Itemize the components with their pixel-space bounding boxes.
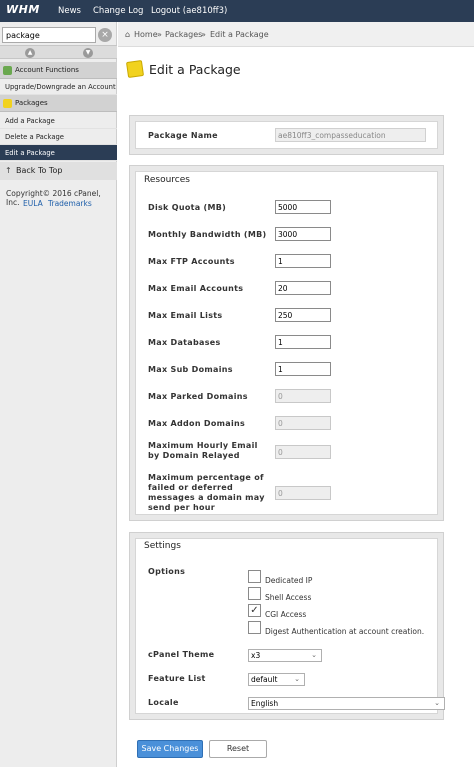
breadcrumb-separator: » — [157, 30, 162, 39]
checkmark-icon: ✓ — [250, 605, 259, 616]
monthly-bandwidth-input[interactable] — [275, 227, 331, 241]
resources-panel: Resources Disk Quota (MB) Monthly Bandwi… — [135, 171, 438, 515]
max-databases-input[interactable] — [275, 335, 331, 349]
shell-access-checkbox[interactable] — [248, 587, 261, 600]
locale-select[interactable]: English ⌄ — [248, 697, 445, 710]
settings-panel: Settings Options Dedicated IP Shell Acce… — [135, 538, 445, 714]
max-databases-label: Max Databases — [148, 338, 221, 347]
dedicated-ip-checkbox[interactable] — [248, 570, 261, 583]
clear-search-icon[interactable]: × — [98, 28, 112, 42]
breadcrumb-home-link[interactable]: Home — [134, 22, 158, 47]
max-ftp-accounts-label: Max FTP Accounts — [148, 257, 235, 266]
breadcrumb-packages-link[interactable]: Packages — [165, 22, 202, 47]
save-changes-button[interactable]: Save Changes — [137, 740, 203, 758]
feature-list-select[interactable]: default ⌄ — [248, 673, 305, 686]
chevron-down-icon: ⌄ — [294, 675, 300, 683]
max-failed-percentage-label: Maximum percentage of failed or deferred… — [148, 473, 265, 512]
cpanel-theme-select[interactable]: x3 ⌄ — [248, 649, 322, 662]
max-addon-domains-input — [275, 416, 331, 430]
digest-auth-label: Digest Authentication at account creatio… — [265, 627, 425, 636]
arrow-up-icon: ↑ — [5, 166, 12, 175]
chevron-down-icon: ⌄ — [434, 699, 440, 707]
back-to-top-button[interactable]: ↑ Back To Top — [0, 162, 117, 180]
package-name-label: Package Name — [148, 131, 218, 140]
sidebar-item-edit-package[interactable]: Edit a Package — [0, 145, 117, 161]
trademarks-link[interactable]: Trademarks — [48, 199, 92, 208]
page-title: Edit a Package — [149, 62, 241, 77]
cgi-access-label: CGI Access — [265, 610, 307, 619]
feature-list-label: Feature List — [148, 674, 206, 683]
monthly-bandwidth-label: Monthly Bandwidth (MB) — [148, 230, 267, 239]
sidebar-toggle-row: ▲ ▼ — [0, 45, 117, 59]
resources-section: Resources Disk Quota (MB) Monthly Bandwi… — [129, 165, 444, 521]
max-parked-domains-input — [275, 389, 331, 403]
max-email-accounts-label: Max Email Accounts — [148, 284, 244, 293]
disk-quota-label: Disk Quota (MB) — [148, 203, 227, 212]
max-ftp-accounts-input[interactable] — [275, 254, 331, 268]
cpanel-theme-label: cPanel Theme — [148, 650, 215, 659]
package-edit-icon — [125, 59, 145, 79]
back-to-top-label: Back To Top — [16, 166, 63, 175]
max-sub-domains-label: Max Sub Domains — [148, 365, 233, 374]
sidebar-item-upgrade-downgrade[interactable]: Upgrade/Downgrade an Account — [0, 79, 117, 95]
max-email-lists-input[interactable] — [275, 308, 331, 322]
account-functions-icon — [3, 66, 12, 75]
max-hourly-email-input — [275, 445, 331, 459]
locale-label: Locale — [148, 698, 179, 707]
sidebar-item-delete-package[interactable]: Delete a Package — [0, 129, 117, 145]
sidebar-group-account-functions[interactable]: Account Functions — [0, 62, 117, 79]
packages-icon — [3, 99, 12, 108]
package-name-panel: Package Name — [135, 121, 438, 149]
nav-news-link[interactable]: News — [58, 6, 81, 16]
sidebar-group-label: Packages — [15, 99, 48, 107]
sidebar-group-label: Account Functions — [15, 66, 79, 74]
nav-logout-link[interactable]: Logout (ae810ff3) — [151, 6, 227, 16]
max-sub-domains-input[interactable] — [275, 362, 331, 376]
package-name-section: Package Name — [129, 115, 444, 155]
max-hourly-email-label: Maximum Hourly Email by Domain Relayed — [148, 441, 258, 460]
nav-change-log-link[interactable]: Change Log — [93, 6, 143, 16]
sidebar-group-packages[interactable]: Packages — [0, 95, 117, 112]
sidebar: × ▲ ▼ Account Functions Upgrade/Downgrad… — [0, 22, 117, 767]
cgi-access-checkbox[interactable]: ✓ — [248, 604, 261, 617]
disk-quota-input[interactable] — [275, 200, 331, 214]
expand-all-icon[interactable]: ▼ — [83, 48, 93, 58]
sidebar-search-input[interactable] — [2, 27, 96, 43]
settings-section: Settings Options Dedicated IP Shell Acce… — [129, 532, 445, 720]
resources-title: Resources — [144, 175, 190, 185]
breadcrumb-current: Edit a Package — [210, 30, 269, 39]
chevron-down-icon: ⌄ — [311, 651, 317, 659]
max-email-lists-label: Max Email Lists — [148, 311, 223, 320]
locale-value: English — [251, 699, 279, 708]
max-parked-domains-label: Max Parked Domains — [148, 392, 248, 401]
breadcrumb: ⌂ Home » Packages » Edit a Package — [118, 22, 474, 47]
settings-title: Settings — [144, 541, 181, 551]
max-failed-percentage-input — [275, 486, 331, 500]
collapse-all-icon[interactable]: ▲ — [25, 48, 35, 58]
package-name-input[interactable] — [275, 128, 426, 142]
eula-link[interactable]: EULA — [23, 199, 43, 208]
shell-access-label: Shell Access — [265, 593, 312, 602]
max-email-accounts-input[interactable] — [275, 281, 331, 295]
whm-logo[interactable]: WHM — [6, 3, 46, 18]
top-bar: WHM News Change Log Logout (ae810ff3) — [0, 0, 474, 22]
digest-auth-checkbox[interactable] — [248, 621, 261, 634]
feature-list-value: default — [251, 675, 278, 684]
cpanel-theme-value: x3 — [251, 651, 261, 660]
home-icon: ⌂ — [125, 30, 131, 39]
max-addon-domains-label: Max Addon Domains — [148, 419, 246, 428]
options-label: Options — [148, 567, 186, 576]
dedicated-ip-label: Dedicated IP — [265, 576, 313, 585]
sidebar-item-add-package[interactable]: Add a Package — [0, 113, 117, 129]
reset-button[interactable]: Reset — [209, 740, 267, 758]
breadcrumb-separator: » — [201, 30, 206, 39]
